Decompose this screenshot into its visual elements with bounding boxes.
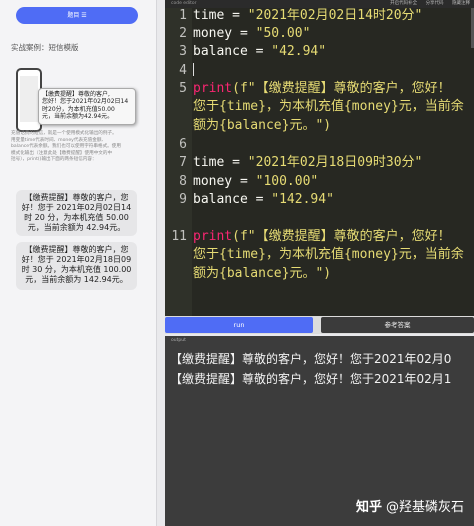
text-cursor	[193, 63, 194, 76]
sms-bubble: 【缴费提醒】尊敬的客户，您 好！您于 2021年02月18日09 时 30 分，…	[16, 242, 137, 290]
line-number: 3	[179, 44, 187, 59]
output-line: 【缴费提醒】尊敬的客户，您好！您于2021年02月1	[170, 372, 452, 386]
line-number: 2	[179, 26, 187, 41]
line-number: 6	[179, 137, 187, 152]
editor-toolbar: code editor 开启代码补全 分享代码 隐藏注释	[165, 0, 474, 8]
code-line: print(f"【缴费提醒】尊敬的客户，您好！	[193, 229, 451, 244]
code-line: time = "2021年02月02日14时20分"	[193, 8, 423, 23]
line-number: 5	[179, 81, 187, 96]
sms-preview-card: 【缴费提醒】尊敬的客户, 您好！您于2021年02月02日14 时20分，为本机…	[38, 88, 136, 125]
output-line: 【缴费提醒】尊敬的客户，您好！您于2021年02月0	[170, 352, 452, 366]
code-line: 额为{balance}元。")	[193, 118, 332, 133]
line-number: 8	[179, 174, 187, 189]
code-line: balance = "42.94"	[193, 44, 327, 59]
exercise-description: 充值话费的短信，就是一个使用模式化输出的例子。 用变量time代表时间、mone…	[11, 131, 121, 163]
watermark-user: @羟基磷灰石	[385, 500, 464, 515]
line-number: 7	[179, 155, 187, 170]
line-number: 11	[171, 229, 187, 244]
code-line	[193, 63, 194, 79]
line-number: 9	[179, 192, 187, 207]
line-number: 4	[179, 63, 187, 78]
autocomplete-toggle[interactable]: 开启代码补全	[390, 1, 417, 6]
code-line: money = "100.00"	[193, 174, 319, 189]
sms-bubble: 【缴费提醒】尊敬的客户，您 好！您于 2021年02月02日14 时 20 分，…	[16, 190, 137, 236]
output-label: output	[171, 338, 186, 343]
output-console: output 【缴费提醒】尊敬的客户，您好！您于2021年02月0 【缴费提醒】…	[165, 336, 474, 526]
menu-button[interactable]: 题目 ☰	[16, 7, 138, 24]
action-bar: run 参考答案	[165, 316, 474, 334]
code-line: 额为{balance}元。")	[193, 266, 332, 281]
share-code-button[interactable]: 分享代码	[426, 1, 444, 6]
code-line: print(f"【缴费提醒】尊敬的客户，您好！	[193, 81, 451, 96]
reference-answer-button[interactable]: 参考答案	[321, 317, 474, 333]
watermark: 知乎 @羟基磷灰石	[356, 496, 464, 515]
editor-title: code editor	[171, 1, 197, 6]
watermark-site: 知乎	[355, 500, 382, 515]
code-line: 您于{time}，为本机充值{money}元，当前余	[193, 247, 464, 262]
line-number: 1	[179, 8, 187, 23]
case-title: 实战案例：短信模版	[11, 43, 79, 52]
code-line: 您于{time}，为本机充值{money}元，当前余	[193, 99, 464, 114]
hide-comments-toggle[interactable]: 隐藏注释	[452, 1, 470, 6]
code-editor[interactable]: 1 2 3 4 5 6 7 8 9 11 time = "2021年02月02日…	[165, 8, 474, 316]
exercise-panel: 题目 ☰ 实战案例：短信模版 【缴费提醒】尊敬的客户, 您好！您于2021年02…	[0, 0, 157, 526]
code-line: time = "2021年02月18日09时30分"	[193, 155, 423, 170]
code-line: balance = "142.94"	[193, 192, 334, 207]
code-line: money = "50.00"	[193, 26, 311, 41]
run-button[interactable]: run	[165, 317, 313, 333]
